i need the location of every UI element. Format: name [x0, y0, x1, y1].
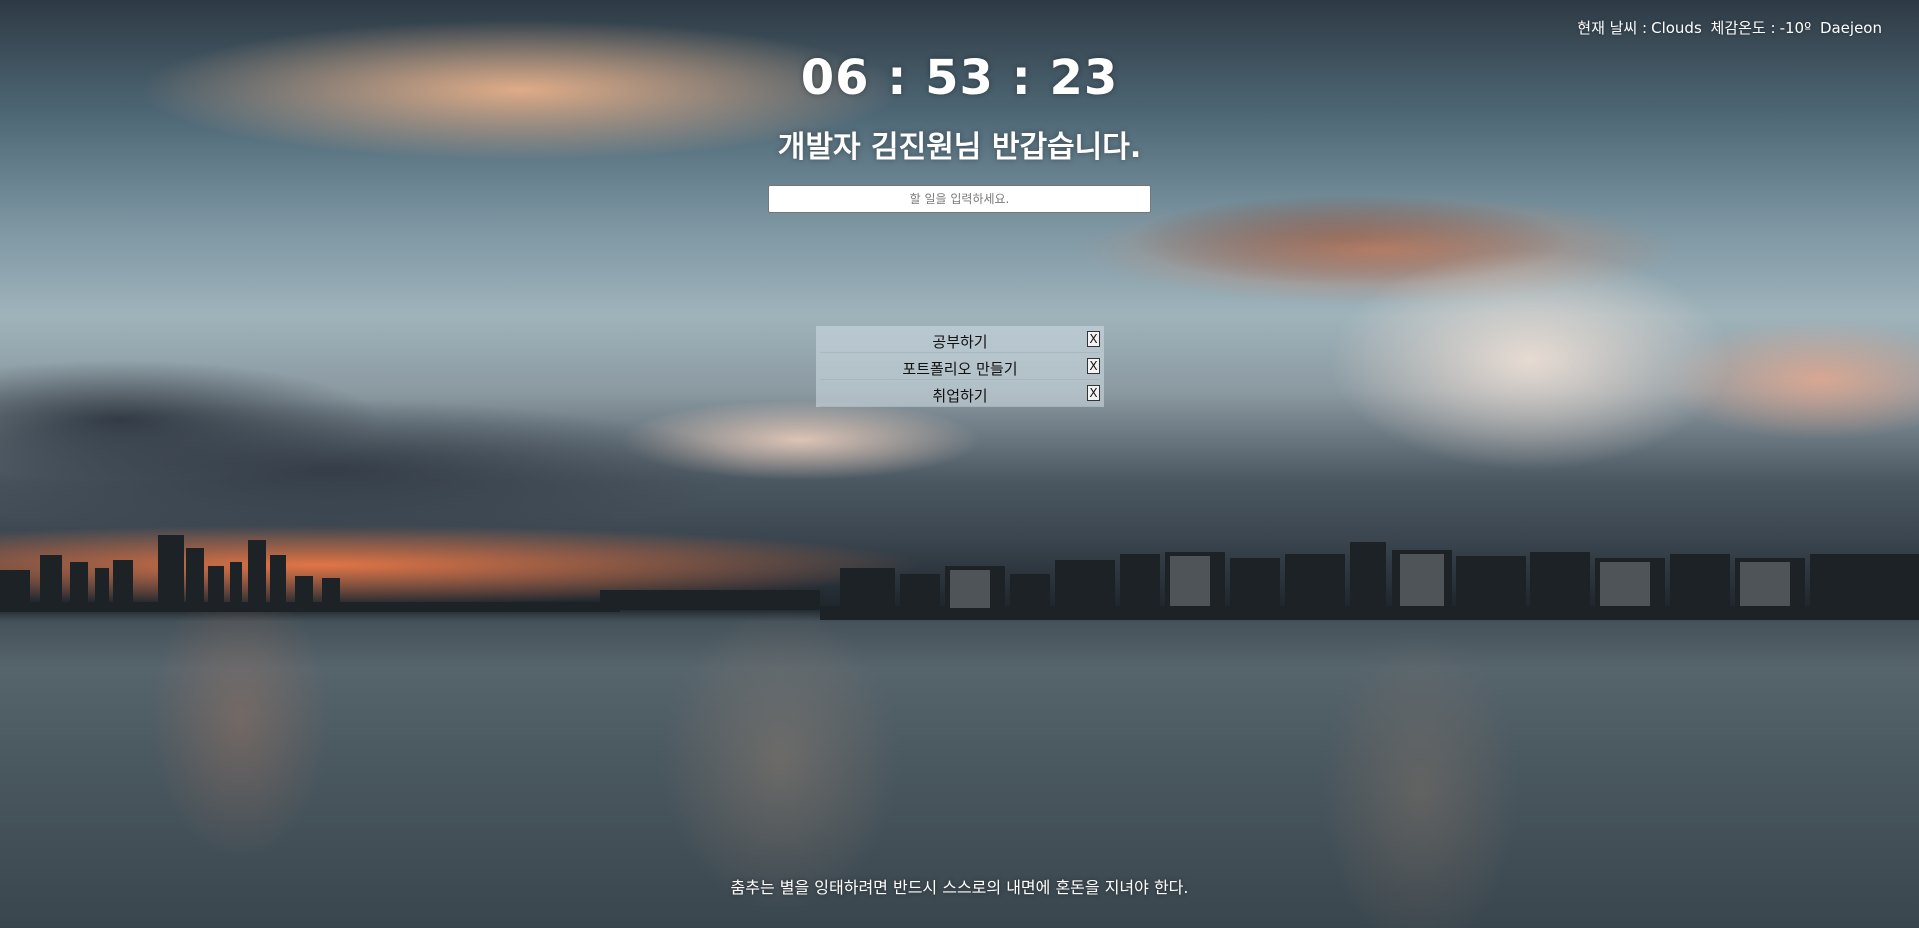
weather-condition: Clouds [1651, 19, 1702, 37]
weather-label: 현재 날씨 : [1577, 19, 1648, 37]
todo-list: 공부하기 X 포트폴리오 만들기 X 취업하기 X [816, 326, 1104, 407]
feels-like-value: -10º [1779, 19, 1812, 37]
app-background: { "weather": { "label": "현재 날씨 :", "cond… [0, 0, 1919, 928]
todo-delete-button[interactable]: X [1087, 385, 1100, 401]
todo-item: 포트폴리오 만들기 X [820, 353, 1100, 380]
todo-input[interactable] [768, 185, 1151, 213]
greeting-message: 개발자 김진원님 반갑습니다. [777, 130, 1142, 165]
feels-like-label: 체감온도 : [1710, 19, 1776, 37]
todo-item-label: 취업하기 [932, 387, 988, 405]
todo-form [768, 185, 1151, 213]
todo-item-label: 포트폴리오 만들기 [902, 360, 1018, 378]
city-skyline-image [0, 535, 1919, 620]
quote-text: 춤추는 별을 잉태하려면 반드시 스스로의 내면에 혼돈을 지녀야 한다. [730, 878, 1189, 897]
todo-item-label: 공부하기 [932, 333, 988, 351]
todo-delete-button[interactable]: X [1087, 358, 1100, 374]
todo-delete-button[interactable]: X [1087, 331, 1100, 347]
clock: 06 : 53 : 23 [800, 50, 1119, 106]
weather-city: Daejeon [1819, 19, 1882, 37]
weather-widget: 현재 날씨 : Clouds 체감온도 : -10º Daejeon [1573, 17, 1882, 38]
todo-item: 취업하기 X [820, 380, 1100, 407]
todo-item: 공부하기 X [820, 326, 1100, 353]
